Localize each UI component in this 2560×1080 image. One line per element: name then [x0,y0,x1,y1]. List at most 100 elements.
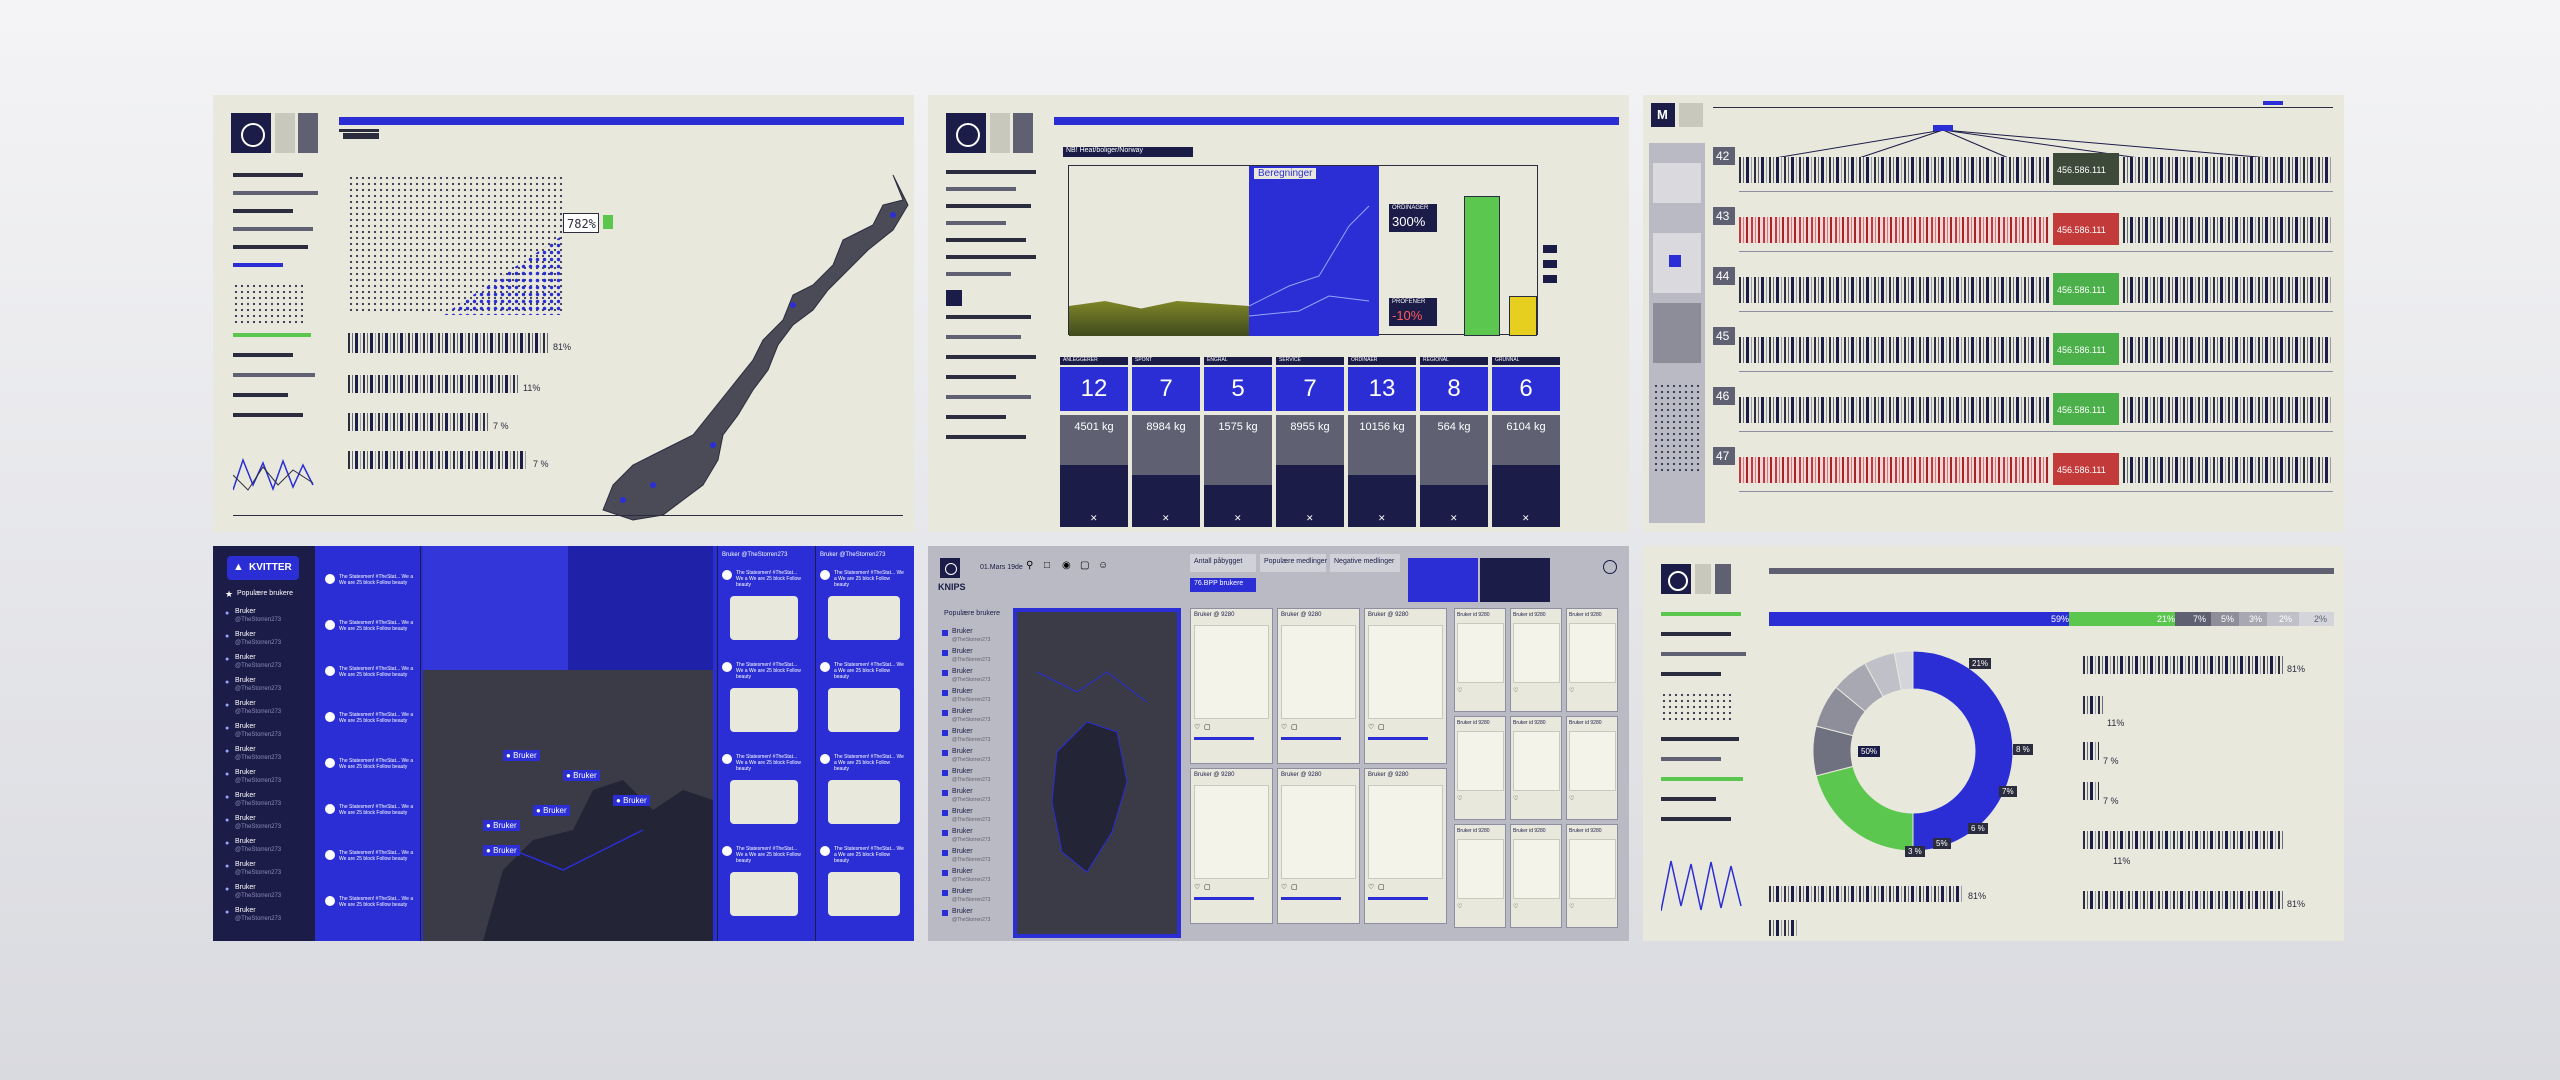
tweet[interactable]: The Statesmen! #TheStat... We a We are 2… [325,620,417,660]
sidebar-user[interactable]: ● Bruker @TheStorren273 [225,861,311,881]
sidebar-user[interactable]: ● Bruker @TheStorren273 [225,746,311,766]
like-icon[interactable]: ♡ [1457,687,1462,694]
knips-logo[interactable] [940,558,960,578]
like-icon[interactable]: ♡ [1368,723,1374,731]
tweet-image[interactable] [730,688,798,732]
close-icon[interactable]: ✕ [1306,513,1314,524]
card-image[interactable] [1457,731,1504,791]
sidebar-user[interactable]: ● Bruker @TheStorren273 [225,884,311,904]
checkbox[interactable] [942,670,948,676]
checkbox[interactable] [942,870,948,876]
toggle-button-b[interactable] [1013,113,1033,153]
card-image[interactable] [1569,839,1616,899]
post-card-small[interactable]: Bruker id 9280 ♡ [1510,716,1562,820]
post-card-small[interactable]: Bruker id 9280 ♡ [1566,608,1618,712]
comment-icon[interactable]: ▢ [1378,723,1385,731]
sidebar-user[interactable]: ● Bruker @TheStorren273 [225,608,311,628]
sidebar-user[interactable]: ● Bruker @TheStorren273 [225,700,311,720]
sidebar-user[interactable]: Bruker @TheStorren273 [942,748,1010,766]
tab-populaere[interactable]: Populære medlinger [1260,554,1327,572]
checkbox[interactable] [942,770,948,776]
sidebar-user[interactable]: ● Bruker @TheStorren273 [225,654,311,674]
card-image[interactable] [1194,625,1269,719]
map-marker[interactable]: ● Bruker [563,770,600,781]
like-icon[interactable]: ♡ [1457,903,1462,910]
comment-icon[interactable]: ▢ [1291,723,1298,731]
data-row[interactable]: 44 456.586.111 [1713,267,2338,321]
profile-icon[interactable] [1603,560,1617,574]
tweet-image[interactable] [828,688,900,732]
search-icon[interactable]: ⚲ [1026,560,1033,571]
sidebar-user[interactable]: ● Bruker @TheStorren273 [225,769,311,789]
tweet[interactable]: The Statesmen! #TheStat... We a We are 2… [325,666,417,706]
sidebar-user[interactable]: ● Bruker @TheStorren273 [225,723,311,743]
checkbox[interactable] [942,710,948,716]
post-card-small[interactable]: Bruker id 9280 ♡ [1454,608,1506,712]
like-icon[interactable]: ♡ [1281,883,1287,891]
data-row[interactable]: 46 456.586.111 [1713,387,2338,441]
tweet-image[interactable] [828,780,900,824]
like-icon[interactable]: ♡ [1569,795,1574,802]
data-row[interactable]: 42 456.586.111 [1713,147,2338,201]
checkbox[interactable] [942,790,948,796]
checkbox[interactable] [942,630,948,636]
checkbox[interactable] [942,750,948,756]
checkbox[interactable] [942,810,948,816]
sidebar-user[interactable]: Bruker @TheStorren273 [942,888,1010,906]
post-card[interactable]: Bruker @ 9280 ♡ ▢ [1364,608,1447,764]
comment-icon[interactable]: ▢ [1204,723,1211,731]
checkbox[interactable] [942,890,948,896]
stat-column[interactable]: SPONT 7 8984 kg ✕ [1132,357,1200,527]
like-icon[interactable]: ♡ [1281,723,1287,731]
tweet-image[interactable] [730,596,798,640]
like-icon[interactable]: ♡ [1368,883,1374,891]
card-image[interactable] [1569,731,1616,791]
checkbox[interactable] [942,730,948,736]
sidebar-user[interactable]: Bruker @TheStorren273 [942,668,1010,686]
user-icon[interactable]: ☺ [1098,560,1108,571]
stat-column[interactable]: ENGRAL 5 1575 kg ✕ [1204,357,1272,527]
sidebar-user[interactable]: Bruker @TheStorren273 [942,728,1010,746]
stat-column[interactable]: SERVICE 7 8955 kg ✕ [1276,357,1344,527]
post-card-small[interactable]: Bruker id 9280 ♡ [1510,824,1562,928]
comment-icon[interactable]: ▢ [1291,883,1298,891]
map-marker[interactable]: ● Bruker [533,805,570,816]
data-row[interactable]: 43 456.586.111 [1713,207,2338,261]
toggle-button-b[interactable] [298,113,318,153]
sidebar-user[interactable]: Bruker @TheStorren273 [942,628,1010,646]
close-icon[interactable]: ✕ [1522,513,1530,524]
sidebar-user[interactable]: Bruker @TheStorren273 [942,768,1010,786]
close-icon[interactable]: ✕ [1450,513,1458,524]
sidebar-user[interactable]: Bruker @TheStorren273 [942,808,1010,826]
close-icon[interactable]: ✕ [1090,513,1098,524]
comment-icon[interactable]: ▢ [1204,883,1211,891]
sidebar-user[interactable]: ● Bruker @TheStorren273 [225,907,311,927]
tab-antall[interactable]: Antall påbygget [1190,554,1256,572]
card-image[interactable] [1281,785,1356,879]
data-row[interactable]: 45 456.586.111 [1713,327,2338,381]
post-card-small[interactable]: Bruker id 9280 ♡ [1454,716,1506,820]
sidebar-user[interactable]: ● Bruker @TheStorren273 [225,792,311,812]
card-image[interactable] [1194,785,1269,879]
like-icon[interactable]: ♡ [1513,903,1518,910]
tweet[interactable]: The Statesmen! #TheStat... We a We are 2… [325,896,417,936]
post-card[interactable]: Bruker @ 9280 ♡ ▢ [1277,768,1360,924]
stat-column[interactable]: ANLEGGERER 12 4501 kg ✕ [1060,357,1128,527]
card-image[interactable] [1457,839,1504,899]
sidebar-user[interactable]: Bruker @TheStorren273 [942,908,1010,926]
tweet[interactable]: The Statesmen! #TheStat... We a We are 2… [325,850,417,890]
close-icon[interactable]: ✕ [1378,513,1386,524]
active-filter-button[interactable]: 76.BPP brukere [1190,578,1256,592]
card-image[interactable] [1513,839,1560,899]
kvitter-logo-button[interactable]: ▲ KVITTER [227,556,299,580]
tweet-image[interactable] [828,872,900,916]
card-image[interactable] [1281,625,1356,719]
post-card[interactable]: Bruker @ 9280 ♡ ▢ [1190,608,1273,764]
post-card-small[interactable]: Bruker id 9280 ♡ [1566,716,1618,820]
sidebar-user[interactable]: Bruker @TheStorren273 [942,648,1010,666]
chat-icon[interactable]: ▢ [1080,560,1089,571]
like-icon[interactable]: ♡ [1569,903,1574,910]
card-image[interactable] [1368,785,1443,879]
sidebar-user[interactable]: Bruker @TheStorren273 [942,868,1010,886]
sidebar-user[interactable]: Bruker @TheStorren273 [942,828,1010,846]
